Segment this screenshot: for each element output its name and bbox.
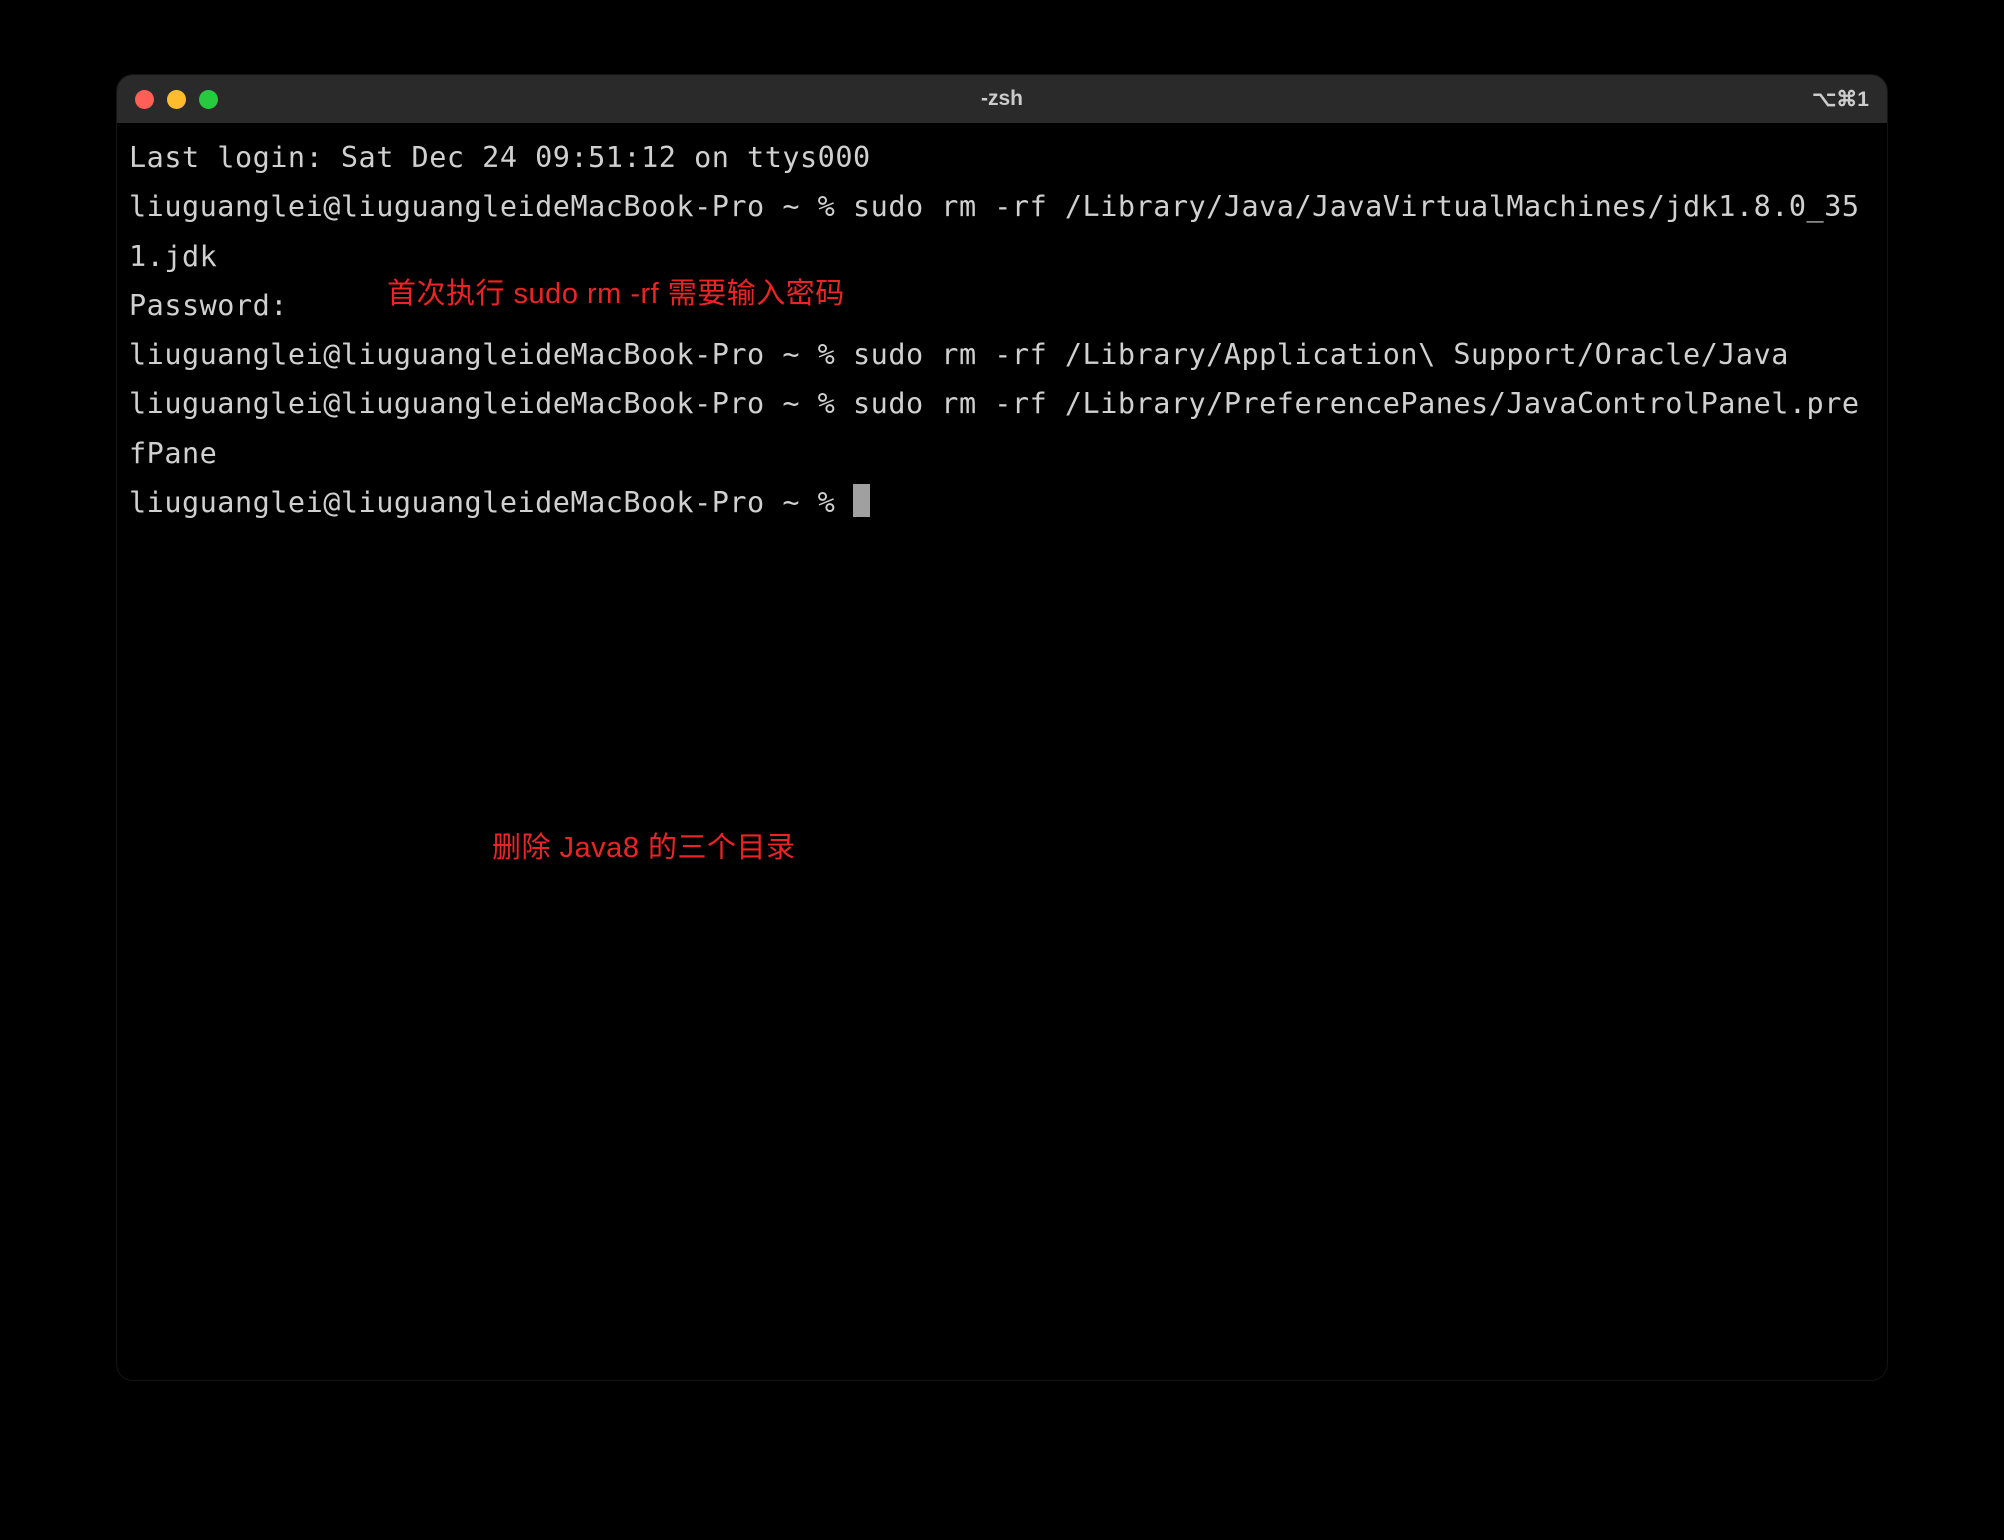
password-prompt: Password: — [129, 289, 288, 322]
last-login-line: Last login: Sat Dec 24 09:51:12 on ttys0… — [129, 133, 1875, 182]
cursor — [853, 484, 870, 517]
prompt: liuguanglei@liuguangleideMacBook-Pro ~ % — [129, 190, 853, 223]
prompt: liuguanglei@liuguangleideMacBook-Pro ~ % — [129, 486, 853, 519]
annotation-delete: 删除 Java8 的三个目录 — [492, 823, 796, 873]
command-line-2: liuguanglei@liuguangleideMacBook-Pro ~ %… — [129, 330, 1875, 379]
prompt: liuguanglei@liuguangleideMacBook-Pro ~ % — [129, 387, 853, 420]
minimize-button[interactable] — [167, 90, 186, 109]
title-bar: -zsh ⌥⌘1 — [117, 75, 1887, 123]
shortcut-hint: ⌥⌘1 — [1812, 87, 1869, 112]
maximize-button[interactable] — [199, 90, 218, 109]
window-title: -zsh — [981, 87, 1023, 111]
traffic-lights — [135, 90, 218, 109]
command-line-3: liuguanglei@liuguangleideMacBook-Pro ~ %… — [129, 379, 1875, 478]
command-line-1: liuguanglei@liuguangleideMacBook-Pro ~ %… — [129, 182, 1875, 281]
close-button[interactable] — [135, 90, 154, 109]
command-text: sudo rm -rf /Library/Application\ Suppor… — [853, 338, 1789, 371]
terminal-window: -zsh ⌥⌘1 Last login: Sat Dec 24 09:51:12… — [117, 75, 1887, 1380]
terminal-body[interactable]: Last login: Sat Dec 24 09:51:12 on ttys0… — [117, 123, 1887, 1380]
annotation-password: 首次执行 sudo rm -rf 需要输入密码 — [387, 269, 845, 319]
prompt: liuguanglei@liuguangleideMacBook-Pro ~ % — [129, 338, 853, 371]
command-line-4: liuguanglei@liuguangleideMacBook-Pro ~ % — [129, 478, 1875, 527]
